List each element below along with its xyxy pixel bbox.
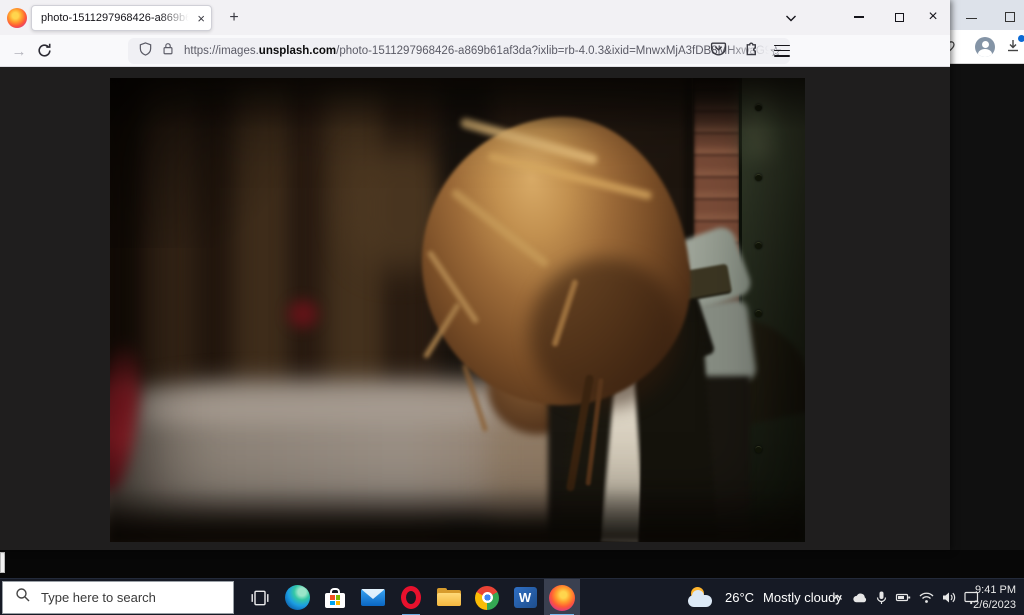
url-text: https://images.unsplash.com/photo-151129… xyxy=(184,45,769,57)
firefox-browser-window: photo-1511297968426-a869b61af3da × + × → xyxy=(0,0,950,550)
task-view-button[interactable] xyxy=(242,579,278,615)
taskbar-app-mail[interactable] xyxy=(355,579,391,615)
minimize-button[interactable] xyxy=(842,0,876,34)
word-icon: W xyxy=(514,587,537,608)
taskbar-app-store[interactable] xyxy=(317,579,353,615)
taskbar-weather[interactable]: 26°C Mostly cloudy xyxy=(688,579,842,615)
edge-browser-window xyxy=(948,0,1024,550)
mail-icon xyxy=(361,589,385,606)
lock-icon[interactable] xyxy=(161,41,175,61)
edge-minimize-button[interactable] xyxy=(966,18,977,19)
taskbar-app-file-explorer[interactable] xyxy=(431,579,467,615)
taskbar-app-firefox-active[interactable] xyxy=(544,579,580,615)
taskbar-clock[interactable]: 9:41 PM 2/6/2023 xyxy=(958,579,1016,615)
desktop: photo-1511297968426-a869b61af3da × + × → xyxy=(0,0,1024,615)
background-window-sliver xyxy=(0,552,5,573)
taskbar-app-edge[interactable] xyxy=(279,579,315,615)
profile-avatar-icon[interactable] xyxy=(975,37,995,57)
address-bar[interactable]: https://images.unsplash.com/photo-151129… xyxy=(128,38,790,64)
edge-maximize-button[interactable] xyxy=(1005,12,1015,22)
reload-button[interactable] xyxy=(36,42,53,64)
new-tab-button[interactable]: + xyxy=(222,6,246,30)
taskbar-app-word[interactable]: W xyxy=(507,579,543,615)
page-content xyxy=(0,68,950,550)
taskbar-app-opera[interactable] xyxy=(393,579,429,615)
battery-icon[interactable] xyxy=(895,590,912,605)
menu-hamburger-icon[interactable] xyxy=(774,45,790,57)
shield-icon[interactable] xyxy=(138,41,153,62)
navigation-toolbar: → https://images.unsplash.com/photo-1511… xyxy=(0,35,950,67)
taskbar-search[interactable] xyxy=(2,581,234,614)
onedrive-cloud-icon[interactable] xyxy=(851,590,868,605)
tab-close-icon[interactable]: × xyxy=(193,12,205,25)
taskbar-app-chrome[interactable] xyxy=(469,579,505,615)
microphone-icon[interactable] xyxy=(874,590,889,606)
search-icon xyxy=(15,587,31,608)
browser-tab[interactable]: photo-1511297968426-a869b61af3da × xyxy=(31,5,212,31)
forward-button[interactable]: → xyxy=(8,40,30,62)
store-icon xyxy=(324,587,346,609)
firefox-icon xyxy=(549,585,575,611)
download-badge xyxy=(1018,35,1024,42)
extensions-puzzle-icon[interactable] xyxy=(742,40,760,58)
photo-vignette xyxy=(110,78,805,542)
opera-icon xyxy=(401,586,421,609)
tab-bar: photo-1511297968426-a869b61af3da × + × xyxy=(0,0,950,35)
clock-date: 2/6/2023 xyxy=(973,598,1016,613)
unsplash-photo xyxy=(110,78,805,542)
hidden-icons-chevron-icon[interactable] xyxy=(830,590,845,605)
tab-title: photo-1511297968426-a869b61af3da xyxy=(41,12,193,24)
edge-icon xyxy=(285,585,310,610)
tab-list-chevron-icon[interactable] xyxy=(783,10,801,26)
pocket-icon[interactable] xyxy=(710,40,728,58)
close-button[interactable]: × xyxy=(916,0,950,34)
maximize-button[interactable] xyxy=(882,0,916,34)
clock-time: 9:41 PM xyxy=(975,583,1016,598)
chrome-icon xyxy=(475,586,499,610)
file-explorer-icon xyxy=(437,588,461,607)
edge-titlebar xyxy=(948,0,1024,30)
taskbar: W 26°C Mostly cloudy xyxy=(0,578,1024,615)
volume-icon[interactable] xyxy=(941,590,957,605)
firefox-logo-icon xyxy=(7,8,27,28)
edge-toolbar xyxy=(948,30,1024,64)
wifi-icon[interactable] xyxy=(918,590,935,605)
search-input[interactable] xyxy=(41,590,211,605)
edge-content-area xyxy=(948,65,1024,550)
download-icon[interactable] xyxy=(1005,38,1023,56)
weather-cloudy-icon xyxy=(688,587,716,609)
weather-temp: 26°C xyxy=(725,590,754,605)
